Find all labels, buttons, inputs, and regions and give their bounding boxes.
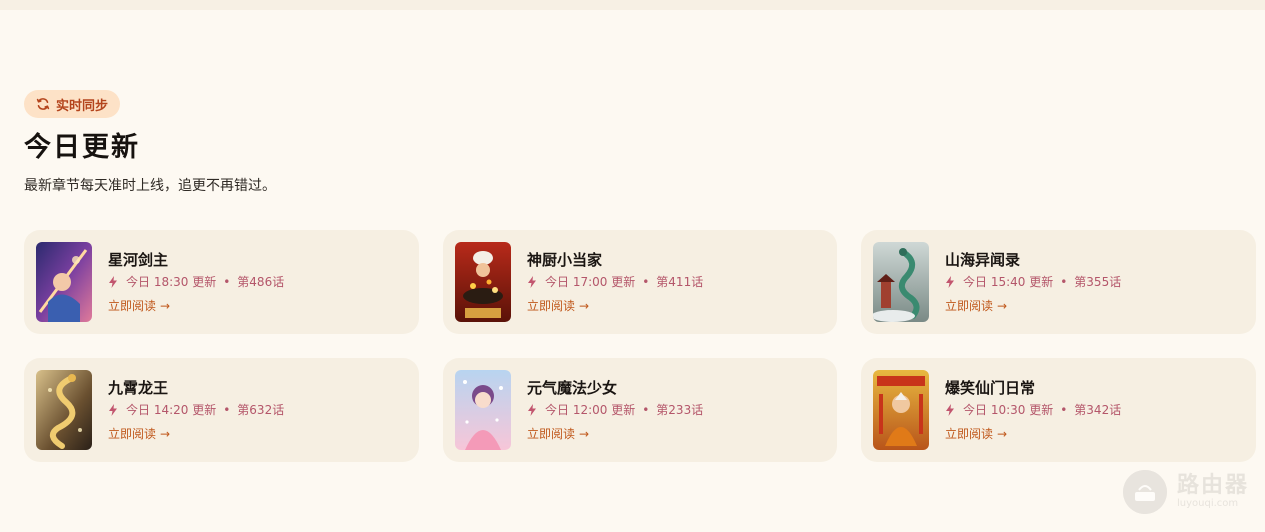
comic-title[interactable]: 神厨小当家 [527,250,703,270]
sync-badge: 实时同步 [24,90,121,118]
update-time: 今日 15:40 更新 [963,275,1054,289]
chef-cover[interactable] [455,242,511,322]
update-meta: 今日 17:00 更新 • 第411话 [527,274,703,290]
update-time: 今日 17:00 更新 [545,275,636,289]
update-time: 今日 18:30 更新 [126,275,217,289]
chapter-number: 第632话 [237,403,285,417]
update-card[interactable]: 神厨小当家 今日 17:00 更新 • 第411话 立即阅读 → [443,230,837,334]
refresh-icon [36,97,50,111]
chapter-number: 第355话 [1074,275,1122,289]
chapter-number: 第233话 [656,403,704,417]
read-now-link[interactable]: 立即阅读 → [527,298,703,314]
meta-separator: • [642,275,650,289]
bolt-icon [108,276,118,288]
update-time: 今日 12:00 更新 [545,403,636,417]
meta-separator: • [1060,275,1068,289]
arrow-right-icon: → [997,427,1008,441]
arrow-right-icon: → [160,427,171,441]
meta-separator: • [223,275,231,289]
bolt-icon [945,276,955,288]
meta-separator: • [642,403,650,417]
update-card[interactable]: 星河剑主 今日 18:30 更新 • 第486话 立即阅读 → [24,230,419,334]
update-card[interactable]: 元气魔法少女 今日 12:00 更新 • 第233话 立即阅读 → [443,358,837,462]
bolt-icon [108,404,118,416]
comic-title[interactable]: 爆笑仙门日常 [945,378,1121,398]
sword-hero-cover[interactable] [36,242,92,322]
watermark-cn: 路由器 [1176,473,1249,498]
chapter-number: 第342话 [1074,403,1122,417]
update-meta: 今日 14:20 更新 • 第632话 [108,402,284,418]
update-time: 今日 10:30 更新 [963,403,1054,417]
arrow-right-icon: → [579,427,590,441]
update-card[interactable]: 爆笑仙门日常 今日 10:30 更新 • 第342话 立即阅读 → [861,358,1256,462]
dragon-mountain-cover[interactable] [873,242,929,322]
section-subtitle: 最新章节每天准时上线，追更不再错过。 [24,178,276,194]
update-meta: 今日 10:30 更新 • 第342话 [945,402,1121,418]
update-card[interactable]: 山海异闻录 今日 15:40 更新 • 第355话 立即阅读 → [861,230,1256,334]
read-now-label: 立即阅读 [527,299,576,313]
arrow-right-icon: → [579,299,590,313]
update-grid: 星河剑主 今日 18:30 更新 • 第486话 立即阅读 → 神厨小当家 今日… [24,230,1256,462]
update-time: 今日 14:20 更新 [126,403,217,417]
update-meta: 今日 12:00 更新 • 第233话 [527,402,703,418]
read-now-link[interactable]: 立即阅读 → [945,298,1121,314]
arrow-right-icon: → [997,299,1008,313]
read-now-label: 立即阅读 [108,299,157,313]
golden-dragon-cover[interactable] [36,370,92,450]
arrow-right-icon: → [160,299,171,313]
top-strip [0,0,1265,10]
watermark: 路由器 luyouqi.com [1122,470,1249,514]
section-title: 今日更新 [24,132,140,163]
meta-separator: • [1060,403,1068,417]
comic-title[interactable]: 星河剑主 [108,250,284,270]
read-now-label: 立即阅读 [108,427,157,441]
today-updates-section: 实时同步 今日更新 最新章节每天准时上线，追更不再错过。 [24,90,1256,196]
read-now-label: 立即阅读 [527,427,576,441]
bolt-icon [527,404,537,416]
read-now-label: 立即阅读 [945,427,994,441]
watermark-logo-icon [1122,470,1167,514]
read-now-link[interactable]: 立即阅读 → [108,426,284,442]
update-meta: 今日 18:30 更新 • 第486话 [108,274,284,290]
update-card[interactable]: 九霄龙王 今日 14:20 更新 • 第632话 立即阅读 → [24,358,419,462]
read-now-label: 立即阅读 [945,299,994,313]
comic-title[interactable]: 九霄龙王 [108,378,284,398]
magical-girl-cover[interactable] [455,370,511,450]
read-now-link[interactable]: 立即阅读 → [527,426,703,442]
sync-badge-label: 实时同步 [56,98,109,114]
chapter-number: 第486话 [237,275,285,289]
bolt-icon [527,276,537,288]
immortal-sect-cover[interactable] [873,370,929,450]
chapter-number: 第411话 [656,275,704,289]
bolt-icon [945,404,955,416]
watermark-en: luyouqi.com [1176,498,1239,509]
meta-separator: • [223,403,231,417]
read-now-link[interactable]: 立即阅读 → [945,426,1121,442]
update-meta: 今日 15:40 更新 • 第355话 [945,274,1121,290]
read-now-link[interactable]: 立即阅读 → [108,298,284,314]
comic-title[interactable]: 元气魔法少女 [527,378,703,398]
comic-title[interactable]: 山海异闻录 [945,250,1121,270]
